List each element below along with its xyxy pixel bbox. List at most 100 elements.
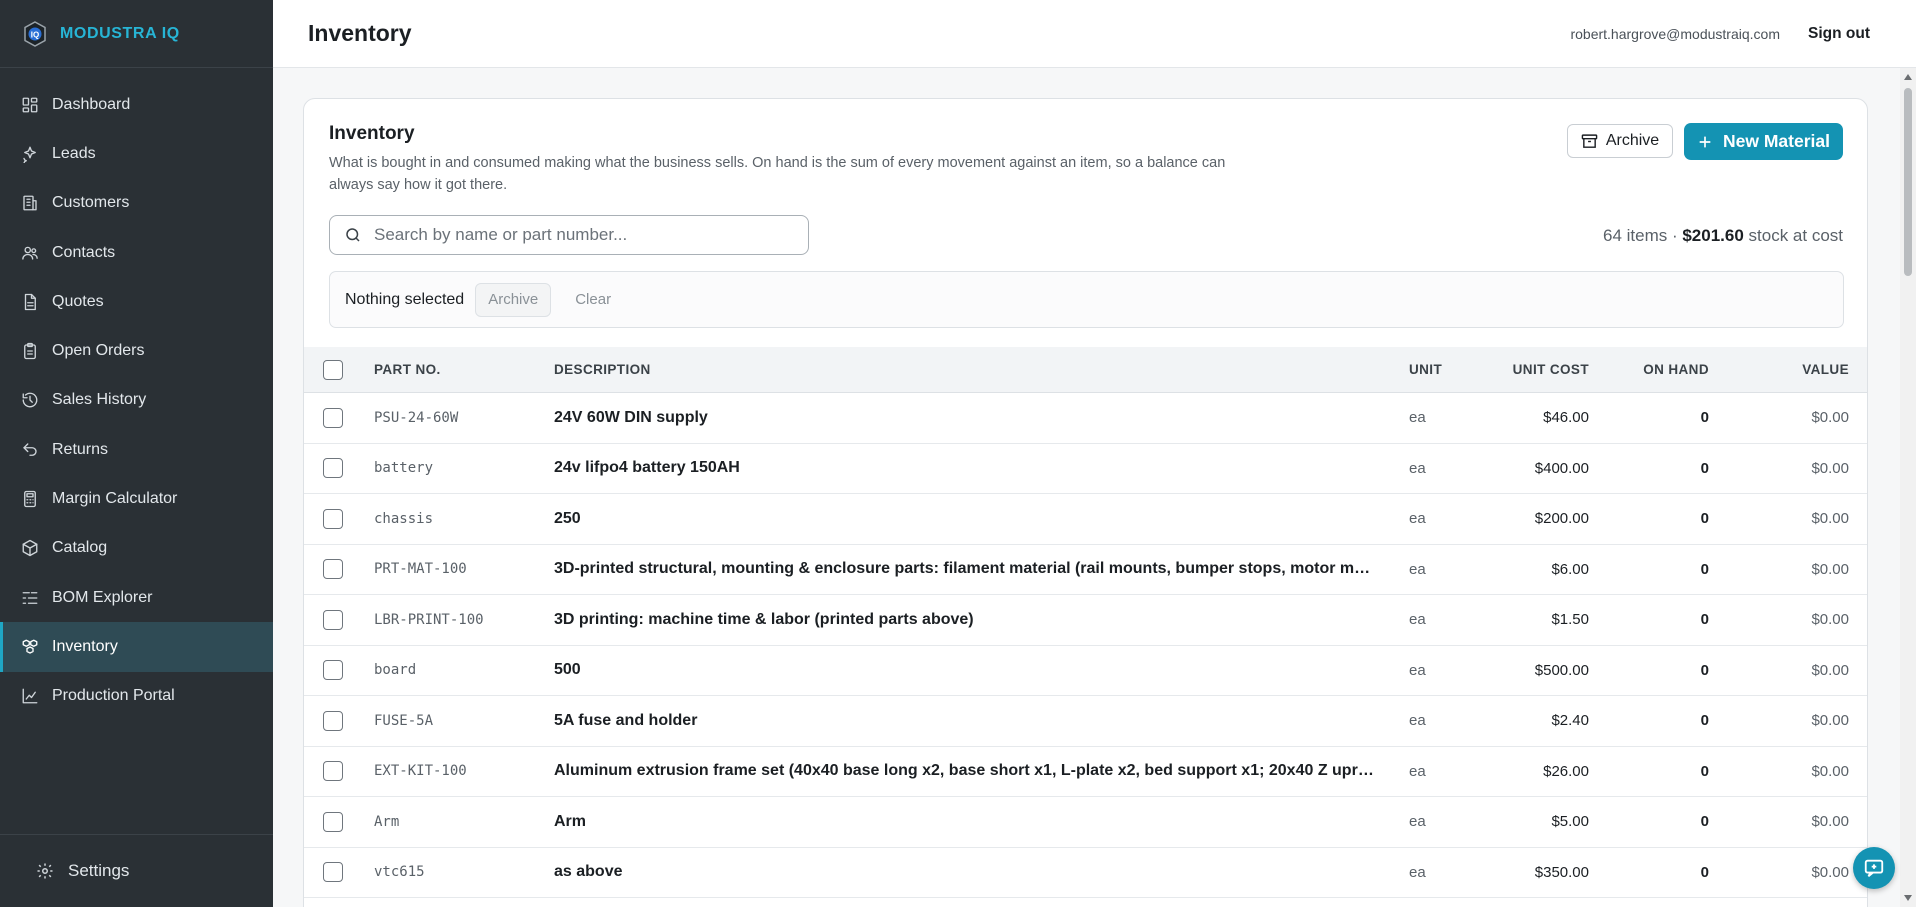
sidebar-item-label: Open Orders: [52, 342, 145, 360]
part-number[interactable]: battery: [374, 460, 433, 476]
unit-cost: $6.00: [1551, 560, 1589, 578]
search-box[interactable]: [329, 215, 809, 255]
part-number[interactable]: PRT-MAT-100: [374, 561, 467, 577]
col-description[interactable]: DESCRIPTION: [554, 362, 651, 377]
description[interactable]: 500: [554, 661, 1374, 679]
scroll-down-arrow[interactable]: [1904, 895, 1912, 901]
value: $0.00: [1811, 510, 1849, 528]
sidebar-item-inventory[interactable]: Inventory: [0, 622, 273, 672]
sidebar-item-sales-history[interactable]: Sales History: [0, 376, 273, 425]
scroll-thumb[interactable]: [1904, 88, 1912, 276]
row-checkbox[interactable]: [323, 559, 343, 580]
scroll-up-arrow[interactable]: [1904, 74, 1912, 80]
sidebar-item-customers[interactable]: Customers: [0, 179, 273, 228]
part-number[interactable]: FUSE-5A: [374, 713, 433, 729]
description[interactable]: Aluminum extrusion frame set (40x40 base…: [554, 762, 1374, 780]
sidebar-item-contacts[interactable]: Contacts: [0, 228, 273, 277]
row-checkbox[interactable]: [323, 811, 343, 832]
row-checkbox[interactable]: [323, 660, 343, 681]
sign-out-button[interactable]: Sign out: [1808, 25, 1870, 43]
svg-text:IQ: IQ: [31, 30, 39, 39]
sidebar-item-production-portal[interactable]: Production Portal: [0, 672, 273, 721]
description[interactable]: 24V 60W DIN supply: [554, 409, 1374, 427]
select-all-checkbox[interactable]: [323, 360, 343, 380]
sidebar-item-dashboard[interactable]: Dashboard: [0, 80, 273, 129]
part-number[interactable]: board: [374, 662, 416, 678]
row-checkbox[interactable]: [323, 508, 343, 529]
sidebar-item-label: Leads: [52, 144, 96, 162]
sidebar-item-settings[interactable]: Settings: [0, 834, 273, 907]
description[interactable]: 3D printing: machine time & labor (print…: [554, 611, 1374, 629]
row-checkbox[interactable]: [323, 407, 343, 428]
on-hand: 0: [1700, 712, 1709, 730]
table-row[interactable]: LBR-PRINT-100 3D printing: machine time &…: [304, 595, 1867, 646]
row-checkbox[interactable]: [323, 458, 343, 479]
clear-selection-button[interactable]: Clear: [575, 291, 611, 308]
description[interactable]: 3D-printed structural, mounting & enclos…: [554, 560, 1374, 578]
sidebar-nav: Dashboard Leads Customers Contacts Quotes Ope…: [0, 68, 273, 721]
sidebar-item-label: Inventory: [52, 637, 118, 655]
sidebar-item-catalog[interactable]: Catalog: [0, 524, 273, 573]
col-value[interactable]: VALUE: [1802, 362, 1849, 377]
unit: ea: [1409, 661, 1426, 679]
part-number[interactable]: chassis: [374, 511, 433, 527]
row-checkbox[interactable]: [323, 710, 343, 731]
value: $0.00: [1811, 863, 1849, 881]
stock-value: $201.60: [1682, 226, 1744, 245]
history-icon: [20, 390, 40, 410]
description[interactable]: as above: [554, 863, 1374, 881]
table-row[interactable]: EXT-KIT-100 Aluminum extrusion frame set …: [304, 747, 1867, 797]
row-checkbox[interactable]: [323, 609, 343, 630]
part-number[interactable]: EXT-KIT-100: [374, 763, 467, 779]
page-scrollbar[interactable]: [1900, 68, 1916, 907]
table-row[interactable]: PRT-MAT-100 3D-printed structural, mounti…: [304, 545, 1867, 595]
value: $0.00: [1811, 712, 1849, 730]
on-hand: 0: [1700, 611, 1709, 629]
sidebar-item-open-orders[interactable]: Open Orders: [0, 326, 273, 375]
archive-button-label: Archive: [1605, 132, 1660, 149]
col-on-hand[interactable]: ON HAND: [1643, 362, 1709, 377]
part-number[interactable]: LBR-PRINT-100: [374, 612, 484, 628]
sidebar-item-margin-calculator[interactable]: Margin Calculator: [0, 474, 273, 523]
sidebar-item-returns[interactable]: Returns: [0, 425, 273, 474]
col-part-no[interactable]: PART NO.: [374, 362, 441, 377]
table-row[interactable]: Arm Arm ea $5.00 0 $0.00: [304, 797, 1867, 848]
calculator-icon: [20, 489, 40, 509]
brand-logo: IQ: [22, 20, 48, 47]
part-number[interactable]: vtc615: [374, 864, 425, 880]
col-unit-cost[interactable]: UNIT COST: [1513, 362, 1589, 377]
sidebar-item-label: Customers: [52, 194, 130, 212]
table-row[interactable]: chassis 250 ea $200.00 0 $0.00: [304, 494, 1867, 545]
sidebar-item-bom-explorer[interactable]: BOM Explorer: [0, 573, 273, 622]
table-row[interactable]: vtc615 as above ea $350.00 0 $0.00: [304, 848, 1867, 898]
selection-bar: Nothing selected Archive Clear: [329, 271, 1844, 328]
row-checkbox[interactable]: [323, 761, 343, 782]
table-row[interactable]: board 500 ea $500.00 0 $0.00: [304, 646, 1867, 696]
table-row[interactable]: FUSE-5A 5A fuse and holder ea $2.40 0 $0.00: [304, 696, 1867, 747]
sidebar-item-quotes[interactable]: Quotes: [0, 277, 273, 326]
description[interactable]: Arm: [554, 813, 1374, 831]
new-material-button[interactable]: New Material: [1684, 123, 1843, 160]
row-checkbox[interactable]: [323, 862, 343, 883]
description[interactable]: 250: [554, 510, 1374, 528]
sidebar-item-label: Sales History: [52, 391, 147, 409]
card-description: What is bought in and consumed making wh…: [329, 155, 1226, 193]
search-input[interactable]: [374, 225, 774, 245]
table-row[interactable]: battery 24v lifpo4 battery 150AH ea $400.00…: [304, 444, 1867, 494]
archive-button[interactable]: Archive: [1567, 124, 1673, 158]
description[interactable]: 24v lifpo4 battery 150AH: [554, 459, 1374, 477]
chat-button[interactable]: [1853, 847, 1895, 889]
part-number[interactable]: Arm: [374, 814, 399, 830]
inventory-card: Inventory What is bought in and consumed…: [303, 98, 1868, 907]
col-unit[interactable]: UNIT: [1409, 362, 1442, 377]
table-row[interactable]: PSU-24-60W 24V 60W DIN supply ea $46.00 0 $0.…: [304, 393, 1867, 444]
part-number[interactable]: PSU-24-60W: [374, 410, 458, 426]
dashboard-icon: [20, 95, 40, 115]
bulk-archive-button[interactable]: Archive: [475, 282, 552, 317]
sidebar-item-leads[interactable]: Leads: [0, 129, 273, 178]
unit-cost: $200.00: [1534, 510, 1589, 528]
on-hand: 0: [1700, 863, 1709, 881]
brand[interactable]: IQ MODUSTRA IQ: [0, 0, 273, 68]
value: $0.00: [1811, 409, 1849, 427]
description[interactable]: 5A fuse and holder: [554, 712, 1374, 730]
